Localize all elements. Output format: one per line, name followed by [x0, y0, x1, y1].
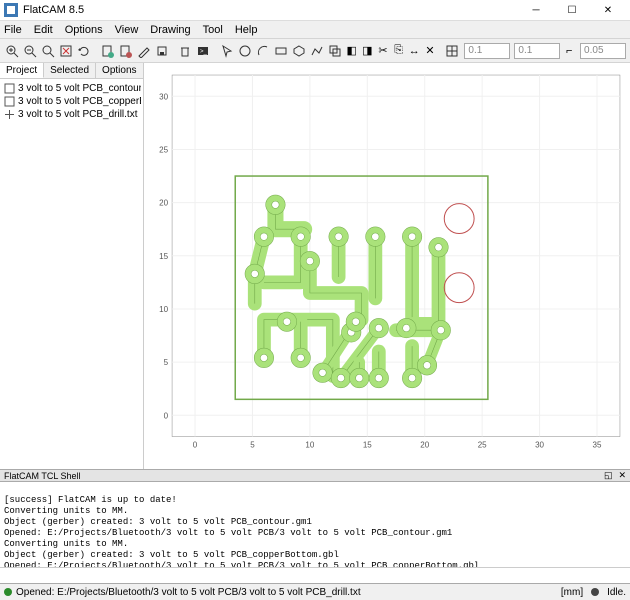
menubar: File Edit Options View Drawing Tool Help [0, 21, 630, 39]
union-icon[interactable] [327, 42, 343, 60]
project-tree: 3 volt to 5 volt PCB_contour.gm1 3 volt … [0, 79, 143, 124]
new-excellon-icon[interactable] [118, 42, 134, 60]
menu-view[interactable]: View [115, 24, 139, 36]
side-tabs: Project Selected Options Tool [0, 63, 143, 79]
new-geometry-icon[interactable] [100, 42, 116, 60]
move-icon[interactable]: ↔ [407, 42, 421, 60]
console-close-icon[interactable]: ✕ [618, 470, 626, 481]
console-input[interactable] [0, 567, 630, 583]
subtract-icon[interactable]: ◨ [361, 42, 375, 60]
maximize-button[interactable]: ☐ [554, 0, 590, 20]
pcb-plot[interactable]: 0 5 10 15 20 25 30 35 0 5 10 15 20 25 30 [154, 69, 626, 451]
plot-canvas[interactable]: 0 5 10 15 20 25 30 35 0 5 10 15 20 25 30 [144, 63, 630, 469]
tree-item[interactable]: 3 volt to 5 volt PCB_contour.gm1 [2, 82, 141, 95]
rectangle-icon[interactable] [273, 42, 289, 60]
titlebar: FlatCAM 8.5 ─ ☐ ✕ [0, 0, 630, 21]
console-output[interactable]: [success] FlatCAM is up to date! Convert… [0, 482, 630, 567]
polygon-icon[interactable] [291, 42, 307, 60]
svg-text:10: 10 [305, 441, 314, 450]
delete-icon[interactable] [177, 42, 193, 60]
svg-text:0: 0 [164, 411, 169, 420]
svg-text:30: 30 [535, 441, 544, 450]
status-units: [mm] [561, 587, 583, 598]
status-mode-dot-icon [591, 588, 599, 596]
menu-options[interactable]: Options [65, 24, 103, 36]
svg-text:>_: >_ [200, 49, 208, 55]
snap-corner-icon[interactable]: ⌐ [562, 42, 576, 60]
sidebar: Project Selected Options Tool 3 volt to … [0, 63, 144, 469]
clear-plot-icon[interactable] [58, 42, 74, 60]
minimize-button[interactable]: ─ [518, 0, 554, 20]
zoom-fit-icon[interactable] [40, 42, 56, 60]
grid-y-input[interactable] [514, 43, 560, 59]
tree-item[interactable]: 3 volt to 5 volt PCB_drill.txt [2, 108, 141, 121]
app-icon [4, 3, 18, 17]
path-icon[interactable] [309, 42, 325, 60]
tree-item[interactable]: 3 volt to 5 volt PCB_copperBottom.gbl [2, 95, 141, 108]
svg-text:20: 20 [420, 441, 429, 450]
status-mode: Idle. [607, 587, 626, 598]
svg-text:20: 20 [159, 199, 168, 208]
delete-shape-icon[interactable]: ✕ [423, 42, 437, 60]
svg-text:15: 15 [363, 441, 372, 450]
update-geometry-icon[interactable] [154, 42, 170, 60]
excellon-icon [4, 109, 15, 120]
replot-icon[interactable] [76, 42, 92, 60]
window-title: FlatCAM 8.5 [23, 4, 518, 16]
status-path: Opened: E:/Projects/Bluetooth/3 volt to … [16, 587, 361, 598]
menu-file[interactable]: File [4, 24, 22, 36]
svg-text:30: 30 [159, 92, 168, 101]
menu-help[interactable]: Help [235, 24, 258, 36]
svg-text:15: 15 [159, 252, 168, 261]
tab-selected[interactable]: Selected [44, 63, 96, 78]
toolbar: >_ ◧ ◨ ✂ ⎘ ↔ ✕ ⌐ [0, 39, 630, 63]
menu-tool[interactable]: Tool [203, 24, 223, 36]
cut-path-icon[interactable]: ✂ [376, 42, 390, 60]
snap-input[interactable] [580, 43, 626, 59]
edit-geometry-icon[interactable] [136, 42, 152, 60]
workspace: Project Selected Options Tool 3 volt to … [0, 63, 630, 469]
svg-text:10: 10 [159, 305, 168, 314]
shell-icon[interactable]: >_ [195, 42, 211, 60]
svg-text:25: 25 [478, 441, 487, 450]
intersection-icon[interactable]: ◧ [345, 42, 359, 60]
close-button[interactable]: ✕ [590, 0, 626, 20]
console-header: FlatCAM TCL Shell ◱ ✕ [0, 469, 630, 482]
grid-icon[interactable] [444, 42, 460, 60]
status-bar: Opened: E:/Projects/Bluetooth/3 volt to … [0, 583, 630, 600]
select-icon[interactable] [219, 42, 235, 60]
menu-drawing[interactable]: Drawing [150, 24, 190, 36]
svg-text:25: 25 [159, 145, 168, 154]
circle-icon[interactable] [237, 42, 253, 60]
zoom-in-icon[interactable] [4, 42, 20, 60]
grid-x-input[interactable] [464, 43, 510, 59]
gerber-icon [4, 83, 15, 94]
copy-geo-icon[interactable]: ⎘ [392, 42, 406, 60]
svg-text:0: 0 [193, 441, 198, 450]
status-dot-icon [4, 588, 12, 596]
console-title: FlatCAM TCL Shell [4, 471, 81, 481]
console-undock-icon[interactable]: ◱ [604, 470, 613, 481]
zoom-out-icon[interactable] [22, 42, 38, 60]
svg-text:5: 5 [250, 441, 255, 450]
arc-icon[interactable] [255, 42, 271, 60]
tab-project[interactable]: Project [0, 63, 44, 78]
menu-edit[interactable]: Edit [34, 24, 53, 36]
svg-text:35: 35 [593, 441, 602, 450]
svg-text:5: 5 [164, 358, 169, 367]
gerber-icon [4, 96, 15, 107]
tab-options[interactable]: Options [96, 63, 143, 78]
